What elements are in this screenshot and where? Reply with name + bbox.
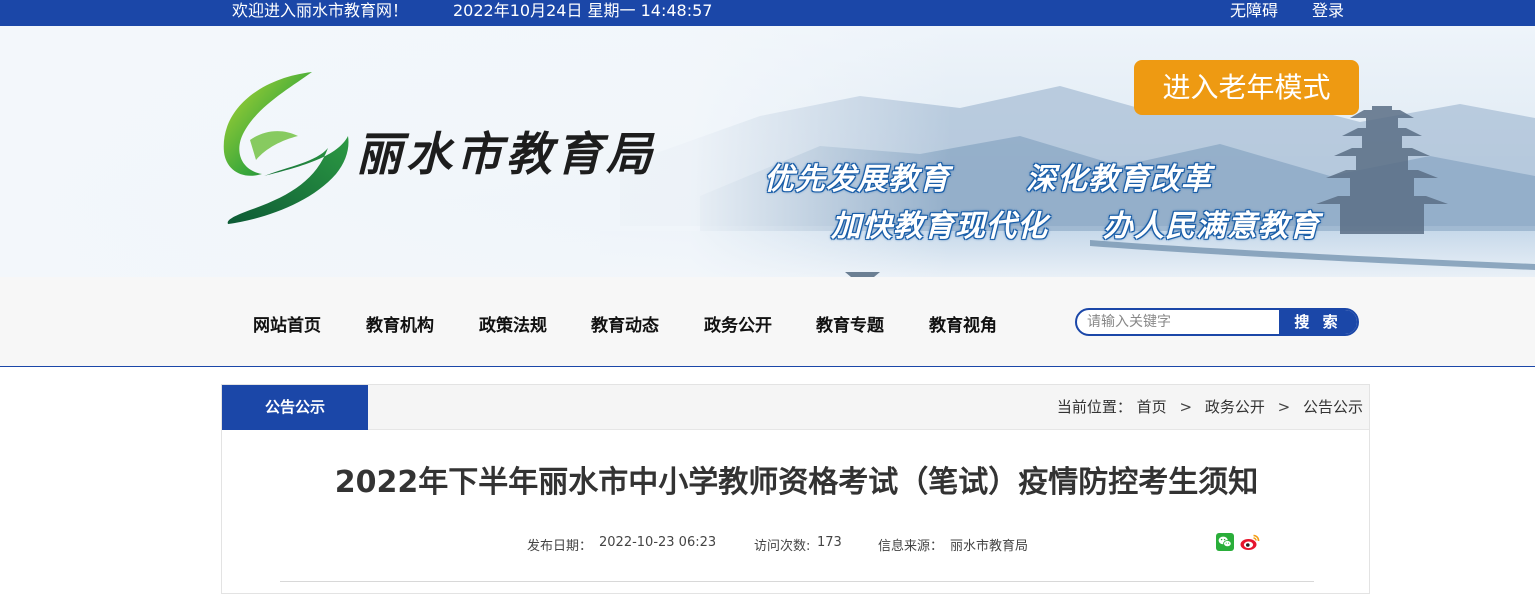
login-link[interactable]: 登录 <box>1312 0 1344 22</box>
breadcrumb-government-affairs[interactable]: 政务公开 <box>1205 385 1265 430</box>
section-tab-announcements[interactable]: 公告公示 <box>222 385 368 430</box>
breadcrumb-home[interactable]: 首页 <box>1137 385 1167 430</box>
nav-item-perspectives[interactable]: 教育视角 <box>929 311 997 336</box>
nav-item-topics[interactable]: 教育专题 <box>816 311 884 336</box>
info-source: 丽水市教育局 <box>950 539 1029 554</box>
site-logo-text: 丽水市教育局 <box>356 127 656 181</box>
main-nav: 网站首页 教育机构 政策法规 教育动态 政务公开 教育专题 教育视角 搜 索 <box>0 277 1535 367</box>
article-divider <box>280 581 1314 582</box>
nav-item-institutions[interactable]: 教育机构 <box>366 311 434 336</box>
welcome-text: 欢迎进入丽水市教育网！ <box>232 1 409 20</box>
search-button[interactable]: 搜 索 <box>1279 310 1357 334</box>
nav-item-government-affairs[interactable]: 政务公开 <box>704 311 772 336</box>
article-title: 2022年下半年丽水市中小学教师资格考试（笔试）疫情防控考生须知 <box>334 465 1259 500</box>
accessibility-link[interactable]: 无障碍 <box>1230 0 1278 22</box>
visit-count: 173 <box>817 535 842 550</box>
panel-header: 公告公示 当前位置： 首页 > 政务公开 > 公告公示 <box>222 385 1369 430</box>
publish-date-label: 发布日期： <box>527 539 593 554</box>
source-label: 信息来源： <box>878 539 944 554</box>
slogan-2: 深化教育改革 <box>1026 162 1212 197</box>
header-banner: 丽水市教育局 进入老年模式 优先发展教育 深化教育改革 加快教育现代化 办人民满… <box>0 26 1535 277</box>
nav-item-news[interactable]: 教育动态 <box>591 311 659 336</box>
nav-item-home[interactable]: 网站首页 <box>253 311 321 336</box>
elder-mode-button[interactable]: 进入老年模式 <box>1134 60 1359 115</box>
breadcrumb: 当前位置： 首页 > 政务公开 > 公告公示 <box>1057 385 1363 430</box>
search-input[interactable] <box>1077 310 1279 334</box>
breadcrumb-separator: > <box>1179 398 1193 416</box>
slogan-1: 优先发展教育 <box>764 162 950 197</box>
article-panel: 公告公示 当前位置： 首页 > 政务公开 > 公告公示 2022年下半年丽水市中… <box>221 384 1370 594</box>
breadcrumb-label: 当前位置： <box>1056 398 1132 416</box>
top-bar: 欢迎进入丽水市教育网！ 2022年10月24日 星期一 14:48:57 无障碍… <box>0 0 1535 26</box>
current-datetime: 2022年10月24日 星期一 14:48:57 <box>453 1 713 20</box>
visits-label: 访问次数: <box>754 539 811 554</box>
slogan-4: 办人民满意教育 <box>1103 209 1320 244</box>
breadcrumb-announcements[interactable]: 公告公示 <box>1303 385 1363 430</box>
search-box: 搜 索 <box>1075 308 1359 336</box>
nav-item-policies[interactable]: 政策法规 <box>479 311 547 336</box>
breadcrumb-separator: > <box>1277 398 1291 416</box>
weibo-share-icon[interactable] <box>1240 533 1260 551</box>
education-bureau-logo-icon <box>223 72 349 224</box>
wechat-share-icon[interactable] <box>1216 533 1234 551</box>
slogan-3: 加快教育现代化 <box>831 209 1048 244</box>
publish-date: 2022-10-23 06:23 <box>599 535 717 550</box>
